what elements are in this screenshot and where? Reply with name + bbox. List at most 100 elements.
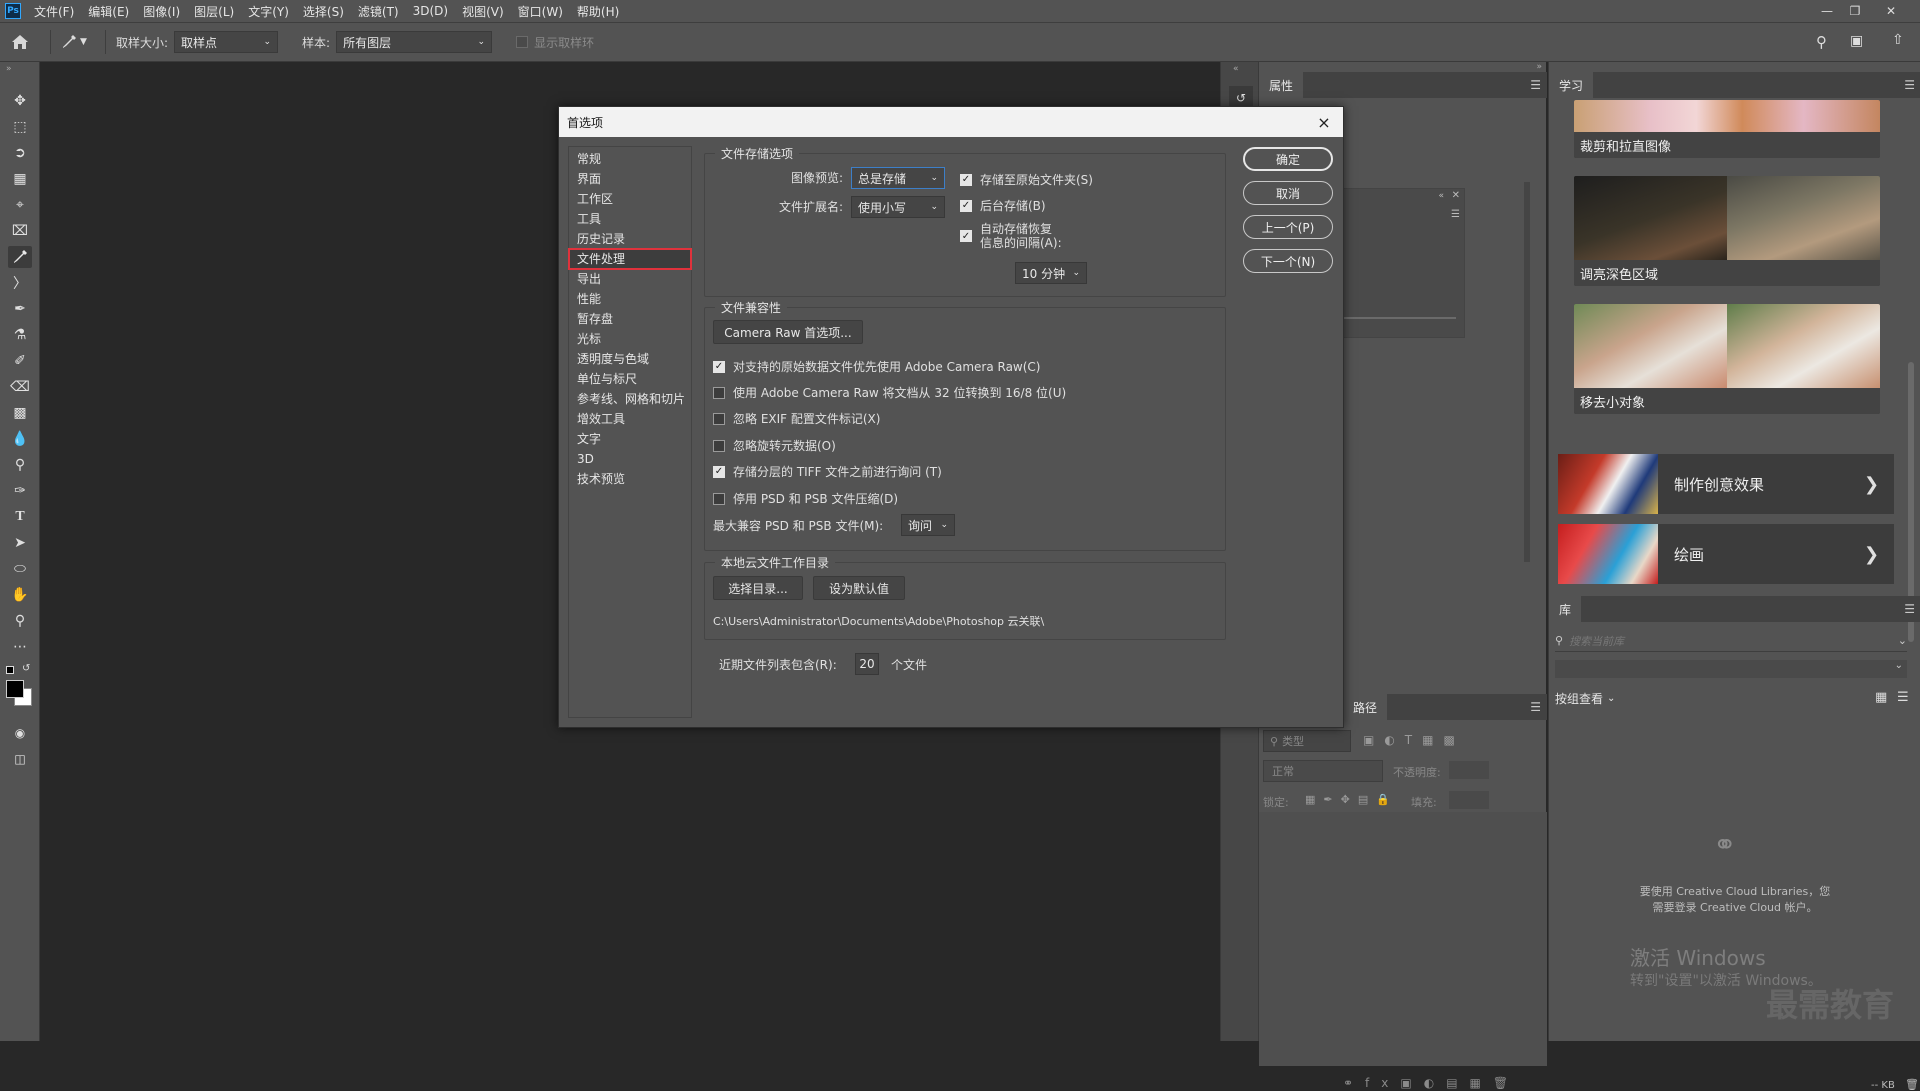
checkbox-checked[interactable]: ✓ — [713, 465, 725, 478]
checkbox-checked[interactable]: ✓ — [960, 173, 972, 186]
menu-3d[interactable]: 3D(D) — [406, 4, 455, 18]
category-item[interactable]: 透明度与色域 — [569, 349, 691, 369]
tab-properties[interactable]: 属性 — [1259, 72, 1304, 98]
quick-mask-icon[interactable]: ◉ — [8, 722, 32, 744]
layer-actions-icons[interactable]: ⚭fx▣◐▤▦🗑 — [1343, 1076, 1520, 1090]
save-to-original-option[interactable]: ✓ 存储至原始文件夹(S) — [960, 171, 1093, 188]
move-tool-icon[interactable]: ✥ — [8, 90, 32, 112]
recent-files-input[interactable]: 20 — [855, 653, 879, 675]
tab-paths[interactable]: 路径 — [1343, 694, 1388, 720]
learn-topic-painting[interactable]: 绘画 ❯ — [1558, 524, 1894, 584]
category-item[interactable]: 工具 — [569, 209, 691, 229]
grid-view-icon[interactable]: ▦ — [1875, 690, 1887, 705]
checkbox-checked[interactable]: ✓ — [960, 230, 972, 242]
category-item[interactable]: 导出 — [569, 269, 691, 289]
learn-card-crop[interactable]: 裁剪和拉直图像 — [1574, 100, 1880, 158]
list-view-icon[interactable]: ☰ — [1897, 690, 1909, 705]
path-select-tool-icon[interactable]: ➤ — [8, 532, 32, 554]
menu-filter[interactable]: 滤镜(T) — [351, 3, 406, 20]
sample-size-select[interactable]: 取样点 ⌄ — [174, 31, 279, 53]
category-item[interactable]: 暂存盘 — [569, 309, 691, 329]
foreground-color-swatch[interactable] — [6, 680, 24, 698]
zoom-tool-icon[interactable]: ⚲ — [8, 610, 32, 632]
gradient-tool-icon[interactable]: ▩ — [8, 402, 32, 424]
subpanel-collapse-icon[interactable]: « — [1438, 191, 1444, 201]
object-select-tool-icon[interactable]: ▦ — [8, 168, 32, 190]
category-item[interactable]: 参考线、网格和切片 — [569, 389, 691, 409]
menu-file[interactable]: 文件(F) — [27, 3, 81, 20]
menu-layer[interactable]: 图层(L) — [187, 3, 241, 20]
compat-option[interactable]: ✓ 存储分层的 TIFF 文件之前进行询问 (T) — [713, 463, 942, 480]
dodge-tool-icon[interactable]: ⚲ — [8, 454, 32, 476]
fill-field[interactable] — [1449, 791, 1489, 809]
opacity-field[interactable] — [1449, 761, 1489, 779]
lock-icons[interactable]: ▦✒✥▤🔒 — [1305, 793, 1398, 806]
max-compat-select[interactable]: 询问 ⌄ — [901, 514, 955, 536]
set-default-button[interactable]: 设为默认值 — [813, 576, 905, 600]
category-item[interactable]: 常规 — [569, 149, 691, 169]
minimize-icon[interactable]: — — [1814, 0, 1840, 22]
crop-tool-icon[interactable]: ⌖ — [8, 194, 32, 216]
library-select[interactable]: ⌄ — [1555, 660, 1907, 678]
lasso-tool-icon[interactable]: ➲ — [8, 142, 32, 164]
ellipse-tool-icon[interactable]: ⬭ — [8, 558, 32, 580]
close-window-icon[interactable]: ✕ — [1878, 0, 1904, 22]
restore-icon[interactable]: ❐ — [1842, 0, 1868, 22]
checkbox-unchecked[interactable] — [713, 439, 725, 452]
eraser-tool-icon[interactable]: ⌫ — [8, 376, 32, 398]
search-icon[interactable]: ⚲ — [1816, 33, 1827, 51]
compat-option[interactable]: ✓ 对支持的原始数据文件优先使用 Adobe Camera Raw(C) — [713, 358, 1040, 375]
panel-menu-icon[interactable]: ☰ — [1904, 78, 1915, 92]
home-icon[interactable] — [0, 23, 40, 61]
brush-tool-icon[interactable]: ✒ — [8, 298, 32, 320]
menu-select[interactable]: 选择(S) — [296, 3, 351, 20]
blend-mode-select[interactable]: 正常 — [1263, 760, 1383, 782]
cancel-button[interactable]: 取消 — [1243, 181, 1333, 205]
share-icon[interactable]: ⇧ — [1892, 32, 1904, 48]
layer-kind-filter[interactable]: ⚲ 类型 — [1263, 730, 1351, 752]
eyedropper-tool-icon[interactable] — [8, 246, 32, 268]
checkbox-unchecked[interactable] — [713, 492, 725, 505]
learn-topic-creative[interactable]: 制作创意效果 ❯ — [1558, 454, 1894, 514]
group-view-toggle[interactable]: 按组查看 ⌄ — [1555, 690, 1615, 707]
panel-menu-icon[interactable]: ☰ — [1530, 78, 1541, 92]
menu-edit[interactable]: 编辑(E) — [81, 3, 136, 20]
category-item[interactable]: 性能 — [569, 289, 691, 309]
category-item[interactable]: 文字 — [569, 429, 691, 449]
tab-learn[interactable]: 学习 — [1549, 72, 1594, 98]
collapse-panel-icon[interactable]: « — [1233, 64, 1239, 74]
more-tools-icon[interactable]: ⋯ — [8, 636, 32, 658]
checkbox-checked[interactable]: ✓ — [713, 360, 725, 373]
category-item[interactable]: 历史记录 — [569, 229, 691, 249]
file-ext-select[interactable]: 使用小写 ⌄ — [851, 196, 945, 218]
marquee-tool-icon[interactable]: ⬚ — [8, 116, 32, 138]
subpanel-menu-icon[interactable]: ☰ — [1451, 209, 1460, 220]
workspace-icon[interactable]: ▣ — [1850, 33, 1863, 49]
next-button[interactable]: 下一个(N) — [1243, 249, 1333, 273]
swap-colors-icon[interactable]: ↺ — [22, 663, 30, 674]
panel-menu-icon[interactable]: ☰ — [1530, 700, 1541, 714]
blur-tool-icon[interactable]: 💧 — [8, 428, 32, 450]
panel-menu-icon[interactable]: ☰ — [1904, 602, 1915, 616]
menu-type[interactable]: 文字(Y) — [241, 3, 296, 20]
tab-library[interactable]: 库 — [1549, 596, 1582, 622]
category-item[interactable]: 单位与标尺 — [569, 369, 691, 389]
category-item[interactable]: 增效工具 — [569, 409, 691, 429]
category-item[interactable]: 技术预览 — [569, 469, 691, 489]
learn-card-brighten[interactable]: 调亮深色区域 — [1574, 176, 1880, 286]
subpanel-close-icon[interactable]: ✕ — [1452, 190, 1460, 201]
compat-option[interactable]: 使用 Adobe Camera Raw 将文档从 32 位转换到 16/8 位(… — [713, 384, 1066, 401]
menu-window[interactable]: 窗口(W) — [511, 3, 570, 20]
properties-scrollbar[interactable] — [1524, 182, 1530, 562]
sample-select[interactable]: 所有图层 ⌄ — [336, 31, 493, 53]
camera-raw-prefs-button[interactable]: Camera Raw 首选项... — [713, 320, 863, 344]
choose-dir-button[interactable]: 选择目录... — [713, 576, 803, 600]
checkbox-unchecked[interactable] — [713, 412, 725, 425]
screen-mode-icon[interactable]: ◫ — [8, 748, 32, 770]
library-search-input[interactable]: ⚲ 搜索当前库 ⌄ — [1555, 630, 1907, 652]
category-item[interactable]: 3D — [569, 449, 691, 469]
checkbox-checked[interactable]: ✓ — [960, 199, 972, 212]
category-item[interactable]: 工作区 — [569, 189, 691, 209]
menu-view[interactable]: 视图(V) — [455, 3, 511, 20]
compat-option[interactable]: 停用 PSD 和 PSB 文件压缩(D) — [713, 490, 898, 507]
